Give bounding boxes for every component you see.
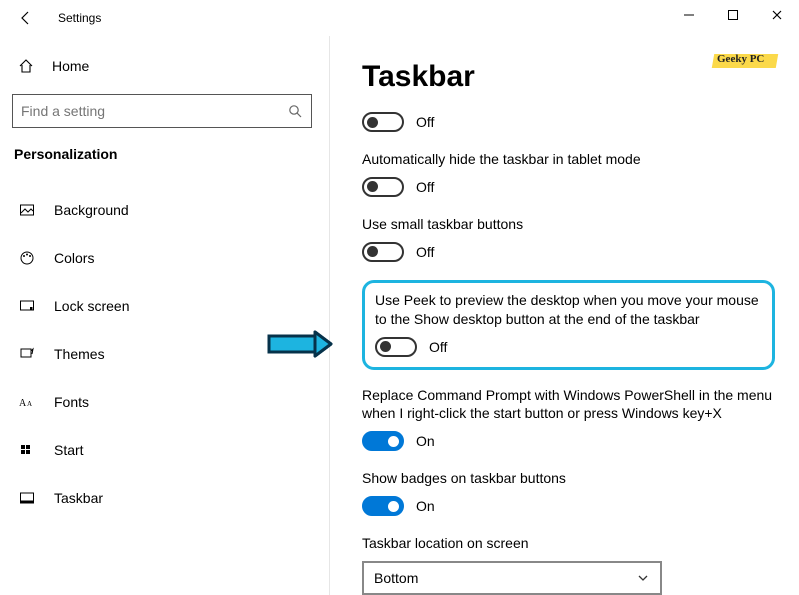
toggle-peek[interactable] xyxy=(375,337,417,357)
close-button[interactable] xyxy=(755,0,799,30)
start-icon xyxy=(18,442,36,458)
search-icon xyxy=(287,103,303,119)
sidebar-item-label: Start xyxy=(54,442,84,458)
setting-label: Taskbar location on screen xyxy=(362,534,775,553)
sidebar-home-label: Home xyxy=(52,58,89,74)
setting-label: Show badges on taskbar buttons xyxy=(362,469,775,488)
sidebar-item-fonts[interactable]: AA Fonts xyxy=(12,382,317,422)
search-field[interactable] xyxy=(21,103,287,119)
taskbar-location-dropdown[interactable]: Bottom xyxy=(362,561,662,595)
sidebar-item-label: Colors xyxy=(54,250,94,266)
sidebar-item-lockscreen[interactable]: Lock screen xyxy=(12,286,317,326)
palette-icon xyxy=(18,250,36,266)
chevron-down-icon xyxy=(636,571,650,585)
home-icon xyxy=(18,58,34,74)
sidebar-home[interactable]: Home xyxy=(12,44,317,88)
sidebar-item-taskbar[interactable]: Taskbar xyxy=(12,478,317,518)
setting-label: Automatically hide the taskbar in tablet… xyxy=(362,150,775,169)
picture-icon xyxy=(18,202,36,218)
maximize-button[interactable] xyxy=(711,0,755,30)
app-title: Settings xyxy=(58,11,101,25)
toggle-state: On xyxy=(416,433,435,449)
back-button[interactable] xyxy=(12,4,40,32)
toggle-tablet-hide[interactable] xyxy=(362,177,404,197)
setting-label: Use small taskbar buttons xyxy=(362,215,775,234)
minimize-button[interactable] xyxy=(667,0,711,30)
titlebar: Settings xyxy=(0,0,799,36)
sidebar-item-label: Fonts xyxy=(54,394,89,410)
taskbar-icon xyxy=(18,490,36,506)
toggle-state: Off xyxy=(416,114,434,130)
sidebar-item-label: Lock screen xyxy=(54,298,129,314)
toggle-state: Off xyxy=(416,179,434,195)
sidebar-category: Personalization xyxy=(12,146,317,162)
toggle-unknown[interactable] xyxy=(362,112,404,132)
themes-icon xyxy=(18,346,36,362)
sidebar-item-label: Background xyxy=(54,202,129,218)
toggle-state: Off xyxy=(416,244,434,260)
setting-label: Replace Command Prompt with Windows Powe… xyxy=(362,386,775,424)
sidebar-item-colors[interactable]: Colors xyxy=(12,238,317,278)
toggle-state: On xyxy=(416,498,435,514)
setting-label: Use Peek to preview the desktop when you… xyxy=(375,291,762,329)
sidebar-item-themes[interactable]: Themes xyxy=(12,334,317,374)
page-title: Taskbar xyxy=(362,60,775,94)
sidebar-item-start[interactable]: Start xyxy=(12,430,317,470)
svg-text:A: A xyxy=(19,398,27,409)
sidebar-item-label: Taskbar xyxy=(54,490,103,506)
toggle-state: Off xyxy=(429,339,447,355)
highlighted-setting: Use Peek to preview the desktop when you… xyxy=(362,280,775,370)
toggle-badges[interactable] xyxy=(362,496,404,516)
fonts-icon: AA xyxy=(18,394,36,410)
svg-text:A: A xyxy=(27,400,32,408)
lockscreen-icon xyxy=(18,298,36,314)
main-panel: Taskbar Off Automatically hide the taskb… xyxy=(330,36,799,595)
sidebar: Home Personalization Background Colors L… xyxy=(0,36,330,595)
search-input[interactable] xyxy=(12,94,312,128)
toggle-small-buttons[interactable] xyxy=(362,242,404,262)
sidebar-item-background[interactable]: Background xyxy=(12,190,317,230)
toggle-powershell[interactable] xyxy=(362,431,404,451)
dropdown-value: Bottom xyxy=(374,570,418,586)
sidebar-item-label: Themes xyxy=(54,346,105,362)
